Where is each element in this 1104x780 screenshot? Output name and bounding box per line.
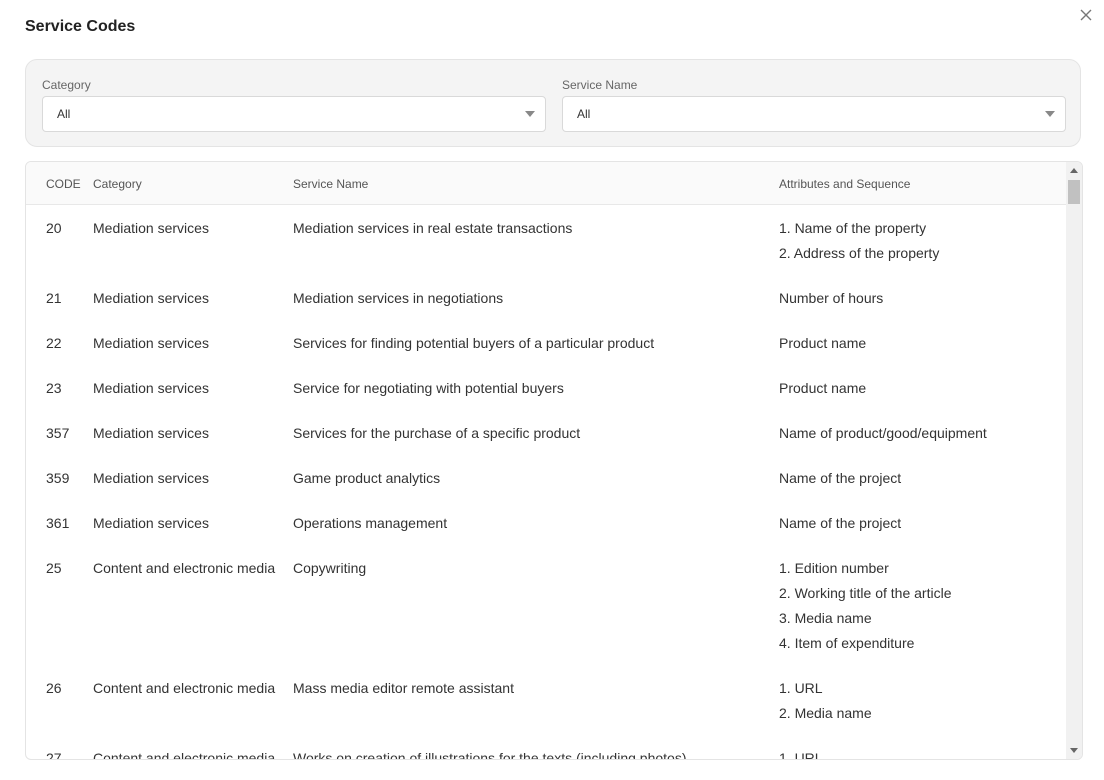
row-code: 21: [46, 290, 62, 306]
row-service-name: Service for negotiating with potential b…: [293, 380, 564, 396]
row-attributes: Number of hours: [779, 286, 883, 311]
row-code: 26: [46, 680, 62, 696]
row-attributes: Name of product/good/equipment: [779, 421, 987, 446]
row-category: Mediation services: [93, 220, 209, 236]
header-code: CODE: [46, 177, 81, 191]
row-code: 361: [46, 515, 70, 531]
attribute-item: 1. URL: [779, 680, 823, 696]
table-row: 361 Mediation services Operations manageme…: [26, 500, 1066, 545]
table-row: 357 Mediation services Services for the pu…: [26, 410, 1066, 455]
row-category: Mediation services: [93, 425, 209, 441]
table-row: 359 Mediation services Game product analyt…: [26, 455, 1066, 500]
row-attributes: 1. Edition number 2. Working title of the…: [779, 556, 951, 656]
table-scrollbar[interactable]: [1066, 162, 1082, 759]
table-row: 21 Mediation services Mediation services i…: [26, 275, 1066, 320]
attribute-item: 4. Item of expenditure: [779, 635, 915, 651]
dialog-title: Service Codes: [25, 18, 136, 35]
service-name-select[interactable]: All: [562, 96, 1066, 132]
table-row: 25 Content and electronic media Copywritin…: [26, 545, 1066, 665]
row-service-name: Game product analytics: [293, 470, 441, 486]
row-attributes: 1. URL 2. Media name: [779, 676, 872, 726]
attribute-item: 1. URL: [779, 750, 823, 760]
scroll-up-icon[interactable]: [1070, 168, 1078, 173]
row-code: 22: [46, 335, 62, 351]
row-category: Content and electronic media: [93, 680, 276, 696]
row-service-name: Operations management: [293, 515, 448, 531]
attribute-item: 2. Address of the property: [779, 245, 940, 261]
attribute-item: Number of hours: [779, 290, 884, 306]
attribute-item: 2. Media name: [779, 705, 872, 721]
attribute-item: 2. Working title of the article: [779, 585, 952, 601]
table-row: 27 Content and electronic media Works on c…: [26, 735, 1066, 760]
row-attributes: 1. URL: [779, 746, 823, 760]
row-service-name: Works on creation of illustrations for t…: [293, 750, 687, 760]
row-attributes: Name of the project: [779, 466, 901, 491]
table-row: 20 Mediation services Mediation services i…: [26, 205, 1066, 275]
row-category: Mediation services: [93, 515, 209, 531]
header-category: Category: [93, 177, 142, 191]
row-code: 359: [46, 470, 70, 486]
filter-panel: Category All Service Name All: [25, 59, 1081, 147]
attribute-item: Product name: [779, 380, 867, 396]
attribute-item: Name of product/good/equipment: [779, 425, 987, 441]
row-attributes: Product name: [779, 331, 866, 356]
close-button[interactable]: [1076, 5, 1096, 25]
service-codes-table: CODE Category Service Name Attributes an…: [25, 161, 1083, 760]
category-filter-label: Category: [42, 78, 91, 92]
attribute-item: Name of the project: [779, 515, 902, 531]
row-category: Mediation services: [93, 290, 209, 306]
row-service-name: Services for finding potential buyers of…: [293, 335, 655, 351]
service-name-select-value: All: [577, 107, 591, 121]
row-code: 27: [46, 750, 62, 760]
table-header: CODE Category Service Name Attributes an…: [26, 162, 1066, 205]
attribute-item: Product name: [779, 335, 867, 351]
attribute-item: Name of the project: [779, 470, 902, 486]
row-service-name: Mediation services in real estate transa…: [293, 220, 573, 236]
chevron-down-icon: [1045, 111, 1055, 117]
header-service-name: Service Name: [293, 177, 369, 191]
row-code: 25: [46, 560, 62, 576]
row-service-name: Mediation services in negotiations: [293, 290, 504, 306]
row-category: Mediation services: [93, 380, 209, 396]
table-row: 23 Mediation services Service for negotiat…: [26, 365, 1066, 410]
scrollbar-thumb[interactable]: [1068, 180, 1080, 204]
row-code: 20: [46, 220, 62, 236]
attribute-item: 3. Media name: [779, 610, 872, 626]
table-row: 26 Content and electronic media Mass media…: [26, 665, 1066, 735]
row-service-name: Services for the purchase of a specific …: [293, 425, 581, 441]
category-select[interactable]: All: [42, 96, 546, 132]
row-service-name: Copywriting: [293, 560, 367, 576]
scroll-down-icon[interactable]: [1070, 748, 1078, 753]
row-code: 23: [46, 380, 62, 396]
row-code: 357: [46, 425, 70, 441]
category-select-value: All: [57, 107, 71, 121]
row-attributes: Product name: [779, 376, 866, 401]
row-category: Content and electronic media: [93, 750, 276, 760]
attribute-item: 1. Name of the property: [779, 220, 927, 236]
row-category: Mediation services: [93, 335, 209, 351]
table-row: 22 Mediation services Services for finding…: [26, 320, 1066, 365]
chevron-down-icon: [525, 111, 535, 117]
attribute-item: 1. Edition number: [779, 560, 889, 576]
table-body: 20 Mediation services Mediation services i…: [26, 205, 1066, 760]
row-category: Content and electronic media: [93, 560, 276, 576]
row-category: Mediation services: [93, 470, 209, 486]
row-service-name: Mass media editor remote assistant: [293, 680, 514, 696]
close-icon: [1080, 9, 1092, 21]
service-name-filter-label: Service Name: [562, 78, 638, 92]
row-attributes: Name of the project: [779, 511, 901, 536]
row-attributes: 1. Name of the property 2. Address of the…: [779, 216, 939, 266]
header-attributes: Attributes and Sequence: [779, 177, 911, 191]
